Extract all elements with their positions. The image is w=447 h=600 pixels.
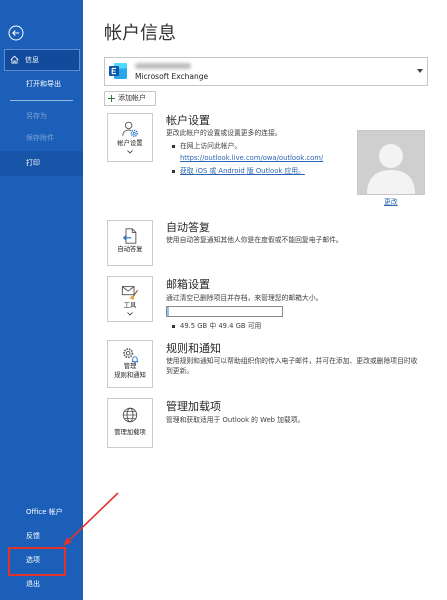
section-description: 通过清空已删除项目并存档，来管理您的邮箱大小。 <box>166 294 323 302</box>
add-account-button[interactable]: 添加帐户 <box>104 91 156 106</box>
account-settings-button[interactable]: 帐户设置 <box>107 113 153 162</box>
web-access-text: 在网上访问此帐户。 <box>180 142 242 150</box>
mailbox-storage-bar <box>166 306 283 317</box>
page-title: 帐户信息 <box>104 23 176 44</box>
section-title: 邮箱设置 <box>166 278 210 291</box>
nav-item-info[interactable]: 信息 <box>4 49 80 71</box>
rules-alerts-icon <box>121 346 139 364</box>
nav-item-save-as: 另存为 <box>0 105 83 127</box>
section-title: 帐户设置 <box>166 114 210 127</box>
owa-link[interactable]: https://outlook.live.com/owa/outlook.com… <box>180 154 323 162</box>
add-account-label: 添加帐户 <box>118 94 146 102</box>
nav-item-label: 另存为 <box>26 112 47 120</box>
tile-label-line-2: 规则和通知 <box>114 372 146 379</box>
manage-rules-alerts-button[interactable]: 管理 规则和通知 <box>107 340 153 388</box>
tile-label: 帐户设置 <box>117 140 143 147</box>
nav-item-feedback[interactable]: 反馈 <box>0 525 83 547</box>
exchange-icon <box>108 61 128 81</box>
nav-item-label: 打开和导出 <box>26 80 61 88</box>
nav-item-label: 保存附件 <box>26 134 54 142</box>
automatic-replies-button[interactable]: 自动答复 <box>107 220 153 266</box>
change-photo-link[interactable]: 更改 <box>384 198 398 206</box>
section-description: 管理和获取适用于 Outlook 的 Web 加载项。 <box>166 416 305 424</box>
back-arrow-icon <box>8 25 24 41</box>
nav-separator <box>10 100 73 101</box>
nav-item-label: 退出 <box>26 580 40 588</box>
automatic-replies-icon <box>121 227 139 245</box>
account-info-panel: 帐户信息 Microsoft Exchange 添加帐户 帐户设置 帐户设置 更… <box>83 0 447 600</box>
bullet-icon <box>172 145 175 148</box>
nav-item-label: 反馈 <box>26 532 40 540</box>
account-type: Microsoft Exchange <box>135 72 209 81</box>
nav-item-print[interactable]: 打印 <box>0 151 83 176</box>
section-title: 规则和通知 <box>166 342 221 355</box>
tile-label-line-1: 管理 <box>123 363 137 370</box>
back-button[interactable] <box>8 25 24 41</box>
section-description: 使用规则和通知可以帮助组织你的传入电子邮件，并可在添加、更改或删除项目时收到更新… <box>166 357 418 375</box>
tile-label: 工具 <box>123 302 137 309</box>
caret-down-icon <box>417 69 423 73</box>
nav-item-label: 打印 <box>26 159 40 167</box>
section-description: 更改此帐户的设置或设置更多的连接。 <box>166 129 282 137</box>
chevron-down-icon <box>127 312 133 316</box>
profile-photo <box>357 130 425 195</box>
bullet-icon <box>172 170 175 173</box>
section-description: 使用自动答复通知其他人你是在度假或不能回复电子邮件。 <box>166 236 343 244</box>
storage-text: 49.5 GB 中 49.4 GB 可用 <box>180 322 262 330</box>
tools-button[interactable]: 工具 <box>107 276 153 322</box>
bullet-icon <box>172 325 175 328</box>
globe-icon <box>121 406 139 424</box>
tile-label: 自动答复 <box>117 246 143 253</box>
account-selector-dropdown[interactable]: Microsoft Exchange <box>104 57 428 86</box>
manage-addins-button[interactable]: 管理加载项 <box>107 398 153 448</box>
account-email-redacted <box>135 63 191 69</box>
outlook-file-backstage: 信息 打开和导出 另存为 保存附件 打印 Office 帐户 反馈 选项 退出 <box>0 0 447 600</box>
home-icon <box>10 55 19 64</box>
mailbox-cleanup-icon <box>121 283 139 301</box>
account-settings-icon <box>121 120 139 138</box>
mailbox-storage-fill <box>167 307 170 316</box>
chevron-down-icon <box>127 150 133 154</box>
nav-item-label: Office 帐户 <box>26 508 63 516</box>
mobile-app-link[interactable]: 获取 iOS 或 Android 版 Outlook 应用。 <box>180 167 305 175</box>
annotation-highlight-box <box>8 547 66 576</box>
nav-item-save-attachments: 保存附件 <box>0 127 83 149</box>
default-avatar-icon <box>367 144 415 194</box>
nav-item-office-account[interactable]: Office 帐户 <box>0 501 83 523</box>
plus-icon <box>108 95 115 102</box>
section-title: 管理加载项 <box>166 400 221 413</box>
nav-item-open-export[interactable]: 打开和导出 <box>0 73 83 95</box>
nav-item-exit[interactable]: 退出 <box>0 573 83 595</box>
backstage-sidebar: 信息 打开和导出 另存为 保存附件 打印 Office 帐户 反馈 选项 退出 <box>0 0 83 600</box>
nav-item-label: 信息 <box>25 56 39 64</box>
tile-label: 管理加载项 <box>114 429 146 436</box>
section-title: 自动答复 <box>166 221 210 234</box>
